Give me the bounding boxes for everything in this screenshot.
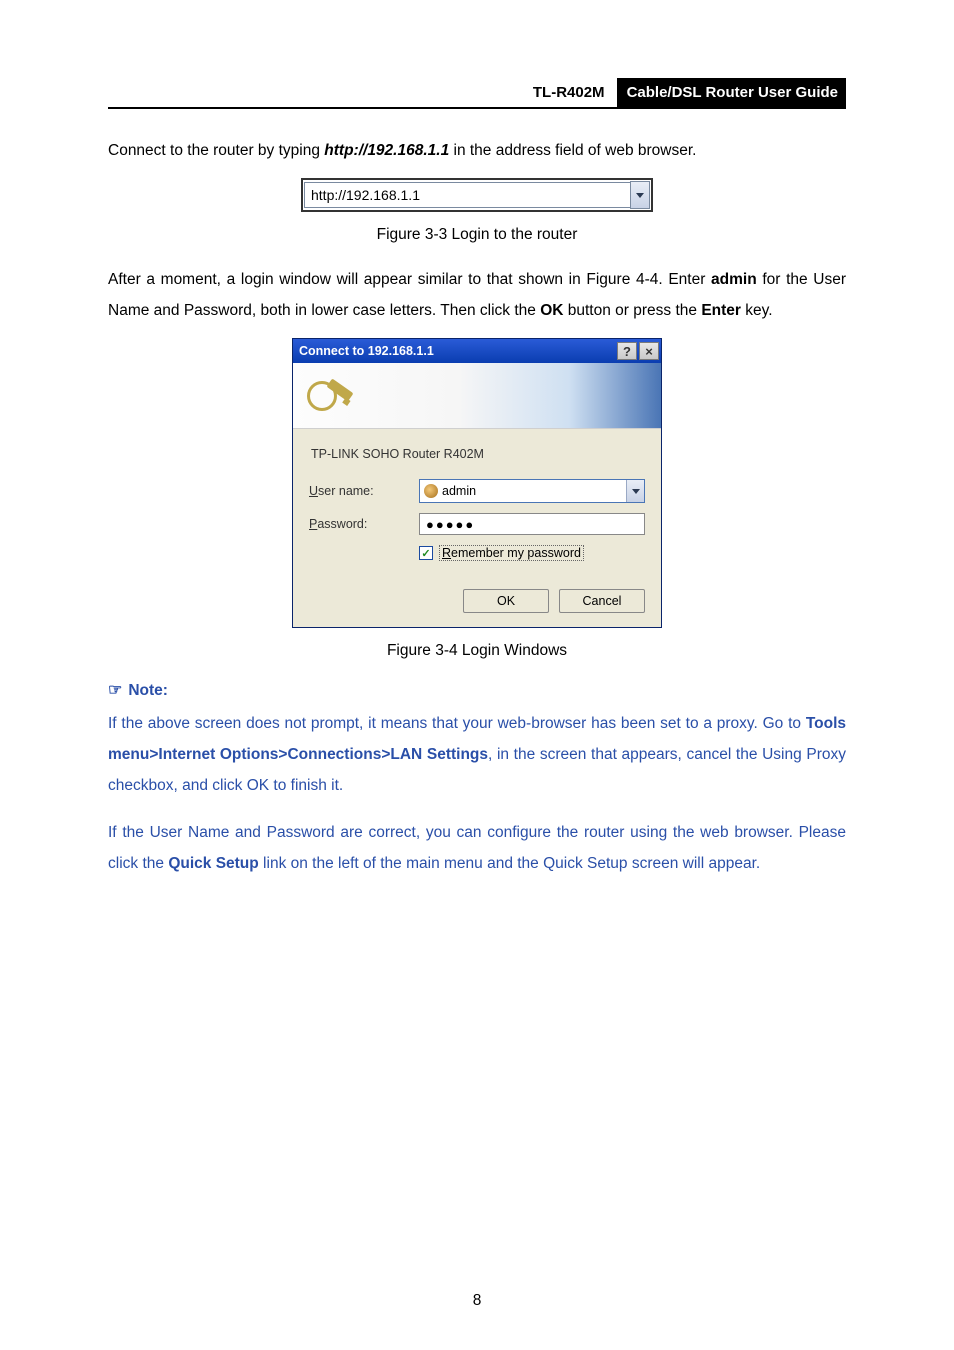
chevron-down-icon[interactable] [626,480,644,502]
note-heading-text: Note: [128,682,168,699]
password-row: Password: ●●●●● [309,513,645,535]
realm-label: TP-LINK SOHO Router R402M [311,447,645,461]
dialog-titlebar: Connect to 192.168.1.1 ? × [293,339,661,363]
after-1: After a moment, a login window will appe… [108,271,711,288]
help-icon[interactable]: ? [617,342,637,360]
intro-post: in the address field of web browser. [449,142,696,159]
page-header: TL-R402M Cable/DSL Router User Guide [108,78,846,109]
username-field[interactable]: admin [419,479,645,503]
after-4: key. [741,302,773,319]
username-row: User name: admin [309,479,645,503]
figure-3-4-caption: Figure 3-4 Login Windows [108,642,846,660]
page-number: 8 [0,1292,954,1310]
note-paragraph-1: If the above screen does not prompt, it … [108,708,846,801]
keys-icon [303,371,353,421]
note2-bold: Quick Setup [168,855,258,872]
dialog-body: TP-LINK SOHO Router R402M User name: adm… [293,429,661,627]
figure-3-3-caption: Figure 3-3 Login to the router [108,226,846,244]
remember-row: ✓ Remember my password [419,545,645,561]
note2-post: link on the left of the main menu and th… [259,855,760,872]
after-ok: OK [540,302,563,319]
header-guide: Cable/DSL Router User Guide [617,78,846,107]
username-label: User name: [309,484,419,498]
address-input[interactable]: http://192.168.1.1 [304,182,631,208]
intro-paragraph: Connect to the router by typing http://1… [108,135,846,166]
intro-url: http://192.168.1.1 [324,142,449,159]
remember-label: Remember my password [439,545,584,561]
remember-checkbox[interactable]: ✓ [419,546,433,560]
address-dropdown-icon[interactable] [630,181,650,209]
note-heading: ☞ Note: [108,680,846,700]
user-icon [424,484,438,498]
after-paragraph: After a moment, a login window will appe… [108,264,846,326]
cancel-button[interactable]: Cancel [559,589,645,613]
browser-address-bar: http://192.168.1.1 [301,178,653,212]
login-dialog: Connect to 192.168.1.1 ? × TP-LINK SOHO … [292,338,662,628]
after-enter: Enter [701,302,741,319]
dialog-buttons: OK Cancel [309,589,645,613]
close-icon[interactable]: × [639,342,659,360]
after-3: button or press the [563,302,701,319]
username-value: admin [442,484,626,498]
after-admin: admin [711,271,757,288]
password-label: Password: [309,517,419,531]
note1-pre: If the above screen does not prompt, it … [108,715,806,732]
figure-3-3: http://192.168.1.1 [108,178,846,212]
password-field[interactable]: ●●●●● [419,513,645,535]
note-paragraph-2: If the User Name and Password are correc… [108,817,846,879]
pointer-icon: ☞ [108,682,122,699]
dialog-title: Connect to 192.168.1.1 [299,344,615,358]
intro-pre: Connect to the router by typing [108,142,324,159]
figure-3-4: Connect to 192.168.1.1 ? × TP-LINK SOHO … [108,338,846,628]
header-model: TL-R402M [521,78,617,107]
dialog-banner [293,363,661,429]
ok-button[interactable]: OK [463,589,549,613]
